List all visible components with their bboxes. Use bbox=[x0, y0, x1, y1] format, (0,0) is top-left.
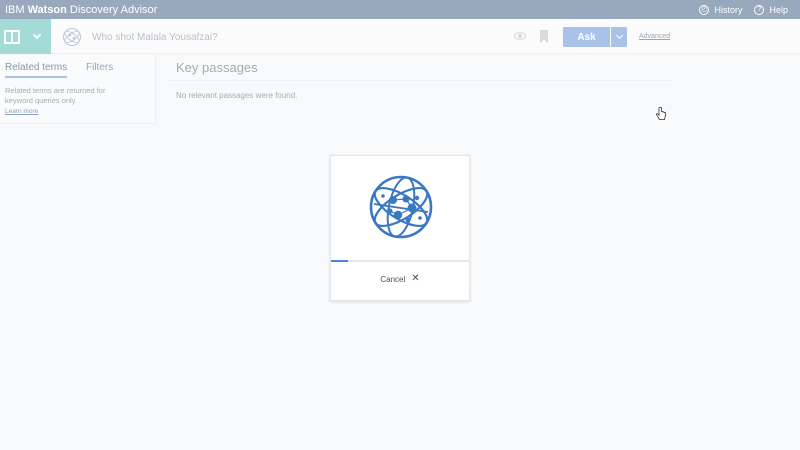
tab-filters[interactable]: Filters bbox=[86, 62, 113, 73]
cancel-label: Cancel bbox=[380, 274, 406, 284]
query-input[interactable] bbox=[92, 28, 472, 46]
watson-globe-icon bbox=[369, 175, 433, 239]
tab-related-terms[interactable]: Related terms bbox=[5, 62, 68, 78]
brand-watson: Watson bbox=[27, 3, 67, 16]
hand-cursor-icon bbox=[655, 107, 666, 120]
chevron-down-icon bbox=[615, 31, 623, 40]
left-panel-tabs: Related terms Filters bbox=[0, 55, 156, 78]
chevron-down-icon bbox=[32, 30, 42, 40]
brand-ibm: IBM bbox=[5, 3, 25, 16]
help-label: Help bbox=[769, 4, 788, 15]
eye-icon[interactable] bbox=[514, 32, 526, 40]
progress-bar-fill bbox=[331, 260, 348, 262]
progress-bar bbox=[331, 260, 469, 262]
watson-globe-icon bbox=[63, 28, 81, 46]
advanced-link[interactable]: Advanced bbox=[639, 33, 670, 40]
loading-dialog: Cancel ✕ bbox=[330, 155, 470, 301]
history-link[interactable]: ◴ History bbox=[699, 4, 743, 15]
app-title-bar: IBM Watson Discovery Advisor ◴ History ?… bbox=[0, 0, 800, 19]
cancel-button[interactable]: Cancel ✕ bbox=[331, 274, 469, 284]
brand-product: Discovery Advisor bbox=[69, 3, 158, 16]
empty-message: No relevant passages were found. bbox=[176, 91, 298, 100]
ask-button[interactable]: Ask bbox=[563, 27, 610, 47]
clock-icon: ◴ bbox=[699, 4, 710, 15]
divider bbox=[168, 80, 672, 81]
bookmark-icon[interactable] bbox=[540, 30, 548, 43]
related-terms-note: Related terms are returned for keyword q… bbox=[5, 86, 106, 105]
question-icon: ? bbox=[754, 4, 765, 15]
close-icon: ✕ bbox=[411, 273, 420, 284]
left-panel: Related terms Filters Related terms are … bbox=[0, 55, 156, 124]
learn-more-link[interactable]: Learn more bbox=[5, 108, 38, 115]
ask-dropdown-button[interactable] bbox=[611, 27, 627, 47]
page-title: Key passages bbox=[176, 60, 258, 75]
history-label: History bbox=[714, 4, 743, 15]
book-icon bbox=[4, 29, 20, 44]
help-link[interactable]: ? Help bbox=[754, 4, 788, 15]
query-bar: Ask Advanced bbox=[0, 19, 800, 54]
nav-toggle-button[interactable] bbox=[0, 19, 51, 54]
